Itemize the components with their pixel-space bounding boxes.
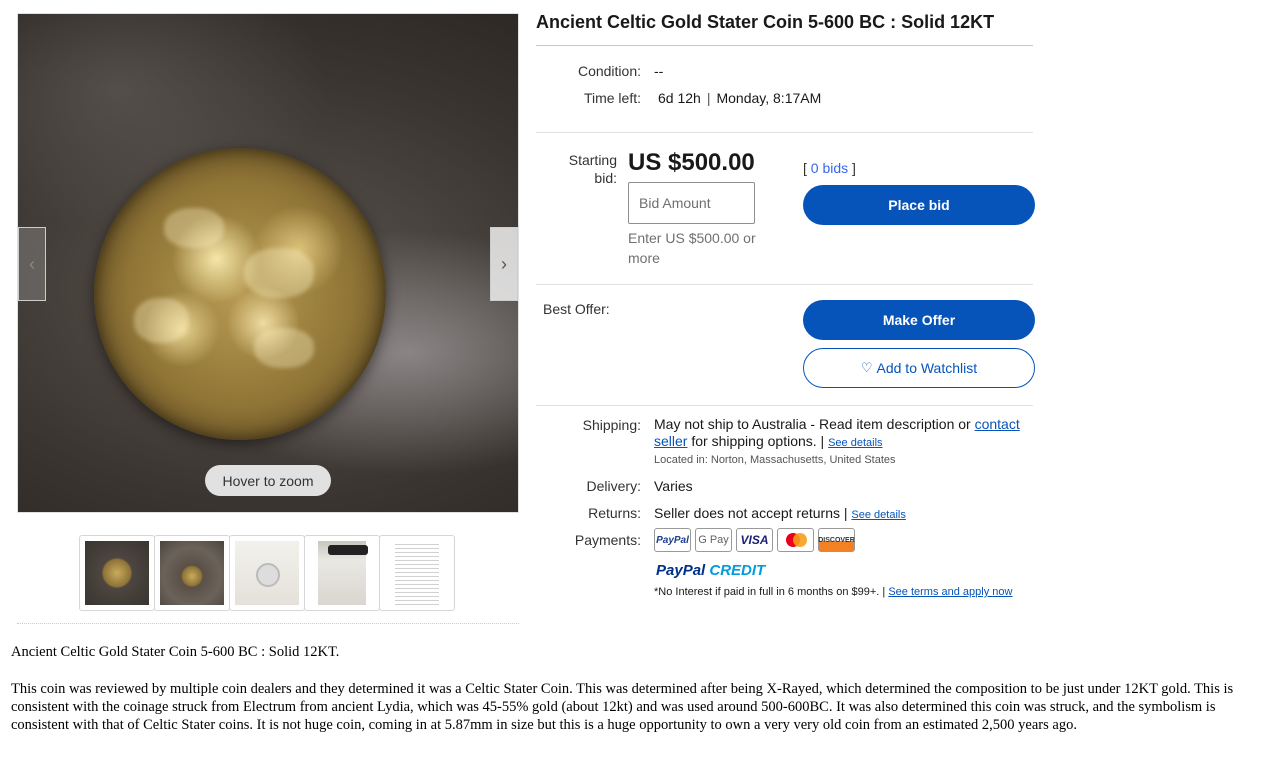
thumbnail-2[interactable]: [154, 535, 230, 611]
thumbnail-5[interactable]: [379, 535, 455, 611]
make-offer-button[interactable]: Make Offer: [803, 300, 1035, 340]
watchlist-label: Add to Watchlist: [876, 360, 978, 376]
best-offer-label: Best Offer:: [543, 301, 610, 317]
description-title: Ancient Celtic Gold Stater Coin 5-600 BC…: [11, 644, 340, 660]
mastercard-logo: [777, 528, 814, 552]
returns-see-details-link[interactable]: See details: [851, 509, 905, 521]
thumbnail-image: [160, 541, 224, 605]
google-pay-logo: G Pay: [695, 528, 732, 552]
paypal-credit-logo: PayPal CREDIT: [656, 562, 766, 579]
condition-value: --: [654, 63, 664, 79]
chevron-right-icon[interactable]: ›: [490, 227, 518, 301]
chevron-left-icon[interactable]: ‹: [18, 227, 46, 301]
returns-label: Returns:: [588, 505, 641, 521]
starting-bid-label: Starting bid:: [568, 152, 617, 186]
coin-photo: [18, 14, 518, 512]
shipping-label: Shipping:: [582, 417, 641, 433]
discover-logo: DISCOVER: [818, 528, 855, 552]
paypal-logo: PayPal: [654, 528, 691, 552]
thumbnail-3[interactable]: [229, 535, 305, 611]
divider: [536, 405, 1033, 406]
item-location: Located in: Norton, Massachusetts, Unite…: [654, 454, 896, 466]
place-bid-button[interactable]: Place bid: [803, 185, 1035, 225]
divider: [536, 132, 1033, 133]
thumbnail-image: [235, 541, 299, 605]
add-to-watchlist-button[interactable]: ♡ Add to Watchlist: [803, 348, 1035, 388]
thumbnail-strip: [79, 535, 455, 611]
end-time: Monday, 8:17AM: [716, 90, 822, 106]
visa-logo: VISA: [736, 528, 773, 552]
payment-methods: PayPal G Pay VISA DISCOVER: [654, 528, 855, 552]
bid-count: [ 0 bids ]: [803, 160, 856, 176]
description-body: This coin was reviewed by multiple coin …: [11, 681, 1234, 733]
condition-label: Condition:: [577, 63, 641, 79]
paypal-credit-note: *No Interest if paid in full in 6 months…: [654, 586, 1013, 598]
hover-to-zoom-badge: Hover to zoom: [205, 465, 331, 496]
see-terms-link[interactable]: See terms and apply now: [888, 586, 1012, 598]
separator: |: [706, 90, 711, 106]
starting-price: US $500.00: [628, 149, 755, 176]
shipping-info: May not ship to Australia - Read item de…: [654, 416, 1020, 449]
time-remaining: 6d 12h: [658, 90, 701, 106]
time-left-label: Time left:: [583, 90, 641, 106]
delivery-value: Varies: [654, 478, 693, 494]
thumbnail-image: [318, 541, 368, 605]
bid-amount-input[interactable]: [628, 182, 755, 224]
thumbnail-image: [395, 541, 439, 605]
shipping-see-details-link[interactable]: See details: [828, 437, 882, 449]
divider: [536, 284, 1033, 285]
main-product-image[interactable]: ‹ › Hover to zoom: [17, 13, 519, 513]
thumbnail-4[interactable]: [304, 535, 380, 611]
thumbnail-image: [85, 541, 149, 605]
divider: [17, 623, 519, 624]
heart-icon: ♡: [860, 360, 873, 375]
divider: [536, 45, 1033, 46]
gold-stater-coin: [94, 148, 386, 440]
time-left-value: 6d 12h | Monday, 8:17AM: [658, 90, 821, 106]
item-title: Ancient Celtic Gold Stater Coin 5-600 BC…: [536, 12, 995, 32]
returns-value: Seller does not accept returns | See det…: [654, 505, 906, 521]
payments-label: Payments:: [574, 532, 641, 548]
bid-hint: Enter US $500.00 or more: [628, 230, 756, 266]
thumbnail-1[interactable]: [79, 535, 155, 611]
bids-link[interactable]: 0 bids: [811, 160, 848, 176]
delivery-label: Delivery:: [586, 478, 641, 494]
